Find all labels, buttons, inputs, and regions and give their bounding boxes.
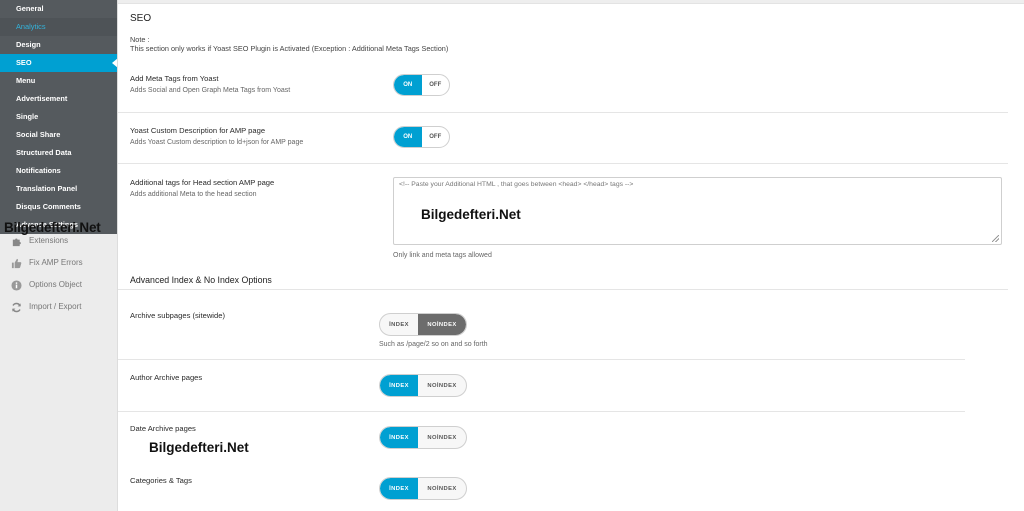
divider — [118, 112, 1008, 113]
index-option[interactable]: İNDEX — [380, 314, 418, 335]
watermark-text: Bilgedefteri.Net — [4, 220, 101, 235]
watermark-text: Bilgedefteri.Net — [421, 207, 521, 222]
toggle-on[interactable]: ON — [394, 75, 422, 95]
sidebar-item-import-export[interactable]: Import / Export — [11, 299, 81, 315]
sidebar-item-notifications[interactable]: Notifications — [0, 162, 117, 180]
sidebar-item-options-object-label: Options Object — [29, 280, 82, 289]
sidebar-item-fix-amp-errors-label: Fix AMP Errors — [29, 258, 83, 267]
note-label: Note : — [130, 35, 150, 44]
sidebar: General Analytics Design SEO Menu Advert… — [0, 0, 118, 511]
toggle-off[interactable]: OFF — [422, 127, 450, 147]
resize-grip-icon[interactable] — [992, 235, 999, 242]
setting-label: Yoast Custom Description for AMP page — [130, 126, 266, 135]
index-option-label: Categories & Tags — [130, 476, 192, 485]
sidebar-item-fix-amp-errors[interactable]: Fix AMP Errors — [11, 255, 83, 271]
sidebar-item-design[interactable]: Design — [0, 36, 117, 54]
noindex-option[interactable]: NOİNDEX — [418, 478, 466, 499]
divider — [118, 359, 965, 360]
head-tags-help: Only link and meta tags allowed — [393, 252, 492, 259]
toggle-on[interactable]: ON — [394, 127, 422, 147]
index-option[interactable]: İNDEX — [380, 478, 418, 499]
section-title: SEO — [130, 13, 152, 24]
setting-desc: Adds additional Meta to the head section — [130, 191, 257, 198]
sidebar-item-social-share[interactable]: Social Share — [0, 126, 117, 144]
categories-tags-index-toggle[interactable]: İNDEX NOİNDEX — [379, 477, 467, 500]
note-text: This section only works if Yoast SEO Plu… — [130, 44, 449, 53]
top-border — [118, 0, 1024, 4]
sidebar-item-disqus-comments[interactable]: Disqus Comments — [0, 198, 117, 216]
sidebar-item-structured-data[interactable]: Structured Data — [0, 144, 117, 162]
noindex-option[interactable]: NOİNDEX — [418, 427, 466, 448]
puzzle-icon — [12, 237, 21, 246]
index-option[interactable]: İNDEX — [380, 375, 418, 396]
refresh-icon — [12, 302, 21, 312]
archive-subpages-index-toggle[interactable]: İNDEX NOİNDEX — [379, 313, 467, 336]
index-option-help: Such as /page/2 so on and so forth — [379, 341, 488, 348]
yoast-meta-toggle[interactable]: ON OFF — [393, 74, 450, 96]
sidebar-item-analytics[interactable]: Analytics — [0, 18, 117, 36]
thumbs-up-icon — [11, 258, 22, 268]
setting-label: Additional tags for Head section AMP pag… — [130, 178, 275, 187]
index-option-label: Author Archive pages — [130, 373, 203, 382]
yoast-description-toggle[interactable]: ON OFF — [393, 126, 450, 148]
watermark-text: Bilgedefteri.Net — [149, 440, 249, 455]
sidebar-item-menu[interactable]: Menu — [0, 72, 117, 90]
divider — [118, 289, 1008, 290]
sidebar-item-extensions-label: Extensions — [29, 236, 69, 245]
divider — [118, 163, 1008, 164]
sidebar-item-general[interactable]: General — [0, 0, 117, 18]
setting-desc: Adds Yoast Custom description to ld+json… — [130, 139, 304, 146]
sidebar-menu: General Analytics Design SEO Menu Advert… — [0, 0, 118, 234]
index-section-title: Advanced Index & No Index Options — [130, 275, 272, 285]
sidebar-item-seo-label: SEO — [16, 58, 32, 67]
sidebar-item-translation-panel[interactable]: Translation Panel — [0, 180, 117, 198]
noindex-option[interactable]: NOİNDEX — [418, 314, 466, 335]
sidebar-item-advertisement[interactable]: Advertisement — [0, 90, 117, 108]
setting-label: Add Meta Tags from Yoast — [130, 74, 219, 83]
author-archive-index-toggle[interactable]: İNDEX NOİNDEX — [379, 374, 467, 397]
sidebar-item-import-export-label: Import / Export — [29, 302, 82, 311]
sidebar-item-extensions[interactable]: Extensions — [11, 233, 68, 249]
toggle-off[interactable]: OFF — [422, 75, 450, 95]
index-option-label: Archive subpages (sitewide) — [130, 311, 225, 320]
date-archive-index-toggle[interactable]: İNDEX NOİNDEX — [379, 426, 467, 449]
sidebar-item-seo[interactable]: SEO — [0, 54, 118, 72]
sidebar-item-single[interactable]: Single — [0, 108, 117, 126]
index-option-label: Date Archive pages — [130, 424, 196, 433]
settings-panel: SEO Note : This section only works if Yo… — [117, 0, 1024, 511]
index-option[interactable]: İNDEX — [380, 427, 418, 448]
sidebar-item-options-object[interactable]: Options Object — [11, 277, 82, 293]
setting-desc: Adds Social and Open Graph Meta Tags fro… — [130, 87, 291, 94]
divider — [118, 411, 965, 412]
info-icon — [11, 279, 22, 291]
textarea-placeholder: <!-- Paste your Additional HTML , that g… — [399, 181, 634, 188]
noindex-option[interactable]: NOİNDEX — [418, 375, 466, 396]
